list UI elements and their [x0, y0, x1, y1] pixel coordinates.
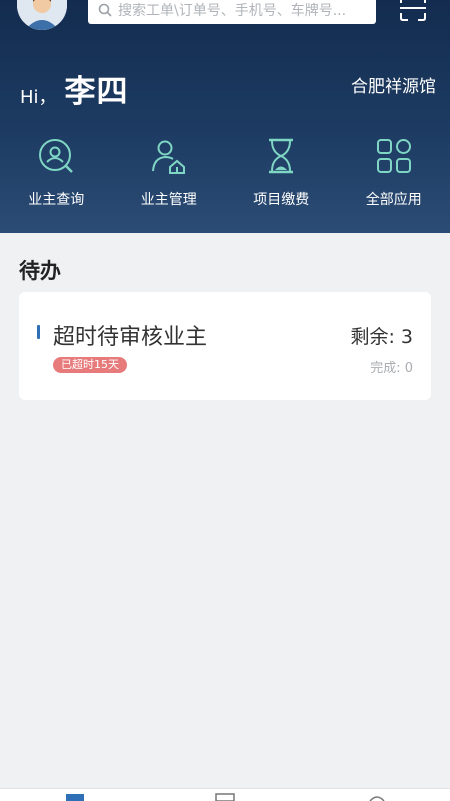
all-apps-icon — [375, 137, 413, 175]
quick-action-label: 全部应用 — [366, 189, 422, 209]
quick-action-project-payment[interactable]: 项目缴费 — [225, 137, 338, 209]
remaining-count: 剩余: 3 — [350, 322, 413, 349]
quick-action-label: 项目缴费 — [253, 189, 309, 209]
search-placeholder: 搜索工单\订单号、手机号、车牌号... — [118, 0, 346, 20]
quick-action-all-apps[interactable]: 全部应用 — [338, 137, 450, 209]
card-accent-bar — [37, 325, 40, 339]
bottom-tab-bar — [0, 788, 450, 801]
search-input[interactable]: 搜索工单\订单号、手机号、车牌号... — [88, 0, 376, 24]
greeting: Hi， 李四 — [20, 66, 129, 111]
quick-action-label: 业主管理 — [141, 189, 197, 209]
company-name[interactable]: 合肥祥源馆 — [351, 72, 436, 97]
todo-section-title: 待办 — [19, 255, 61, 285]
header: 搜索工单\订单号、手机号、车牌号... Hi， 李四 合肥祥源馆 业主查询 — [0, 0, 450, 233]
owner-search-icon — [37, 137, 75, 175]
quick-action-label: 业主查询 — [28, 189, 84, 209]
hourglass-icon — [262, 137, 300, 175]
avatar[interactable] — [17, 0, 67, 30]
completed-count: 完成: 0 — [370, 357, 413, 376]
owner-manage-icon — [150, 137, 188, 175]
overdue-badge: 已超时15天 — [53, 357, 127, 373]
quick-action-owner-search[interactable]: 业主查询 — [0, 137, 113, 209]
scan-icon[interactable] — [399, 0, 427, 22]
search-icon — [98, 3, 112, 17]
greeting-prefix: Hi， — [20, 83, 57, 109]
todo-card[interactable]: 超时待审核业主 已超时15天 剩余: 3 完成: 0 — [19, 292, 431, 400]
todo-card-title: 超时待审核业主 — [53, 319, 207, 351]
user-name: 李四 — [65, 66, 129, 111]
quick-actions: 业主查询 业主管理 项目缴费 — [0, 137, 450, 209]
quick-action-owner-manage[interactable]: 业主管理 — [113, 137, 226, 209]
